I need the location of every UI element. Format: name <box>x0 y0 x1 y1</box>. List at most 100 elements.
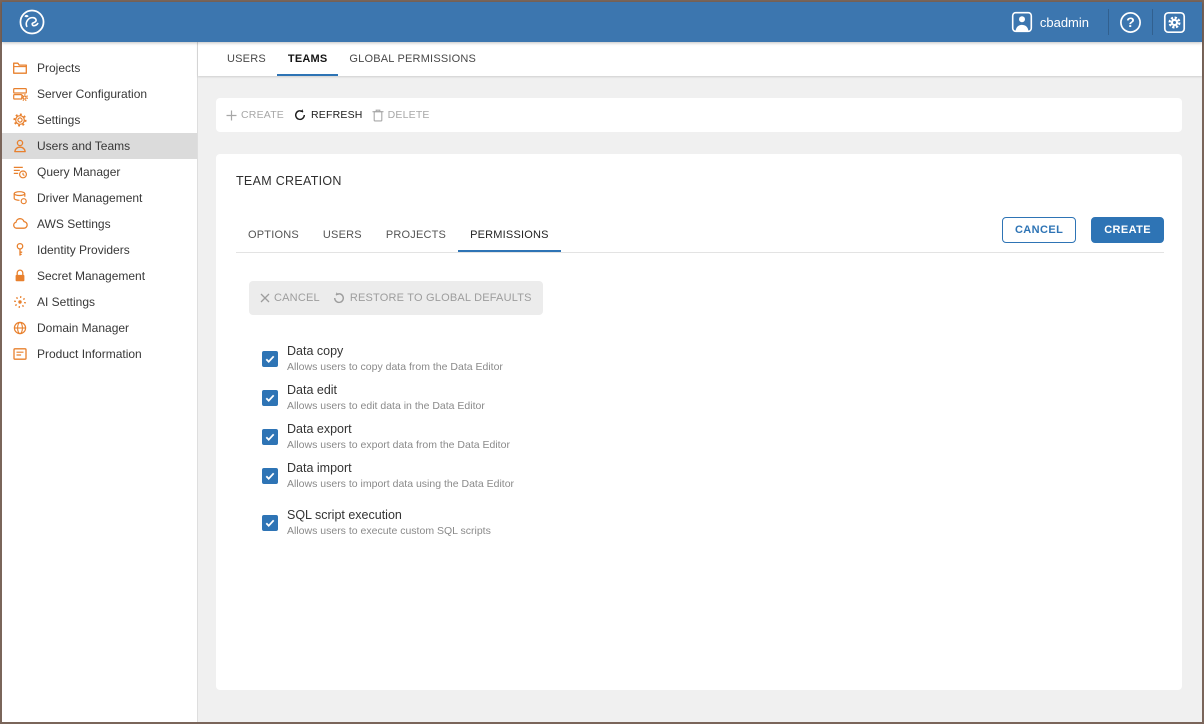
tab-label: GLOBAL PERMISSIONS <box>349 53 476 65</box>
sidebar-item-label: Identity Providers <box>37 243 130 257</box>
sidebar-item-settings[interactable]: Settings <box>2 107 197 133</box>
top-bar: cbadmin ? <box>2 2 1202 42</box>
divider <box>1108 9 1109 35</box>
gear-icon <box>1163 11 1186 34</box>
sidebar-item-label: Users and Teams <box>37 139 130 153</box>
permission-checkbox[interactable] <box>262 468 278 484</box>
database-icon <box>12 190 28 206</box>
help-icon: ? <box>1119 11 1142 34</box>
user-icon <box>12 138 28 154</box>
panel-title: TEAM CREATION <box>236 174 1164 188</box>
sidebar-item-label: Server Configuration <box>37 87 147 101</box>
permission-row-data-copy: Data copy Allows users to copy data from… <box>249 343 1164 374</box>
permission-checkbox[interactable] <box>262 515 278 531</box>
sidebar-item-label: Settings <box>37 113 80 127</box>
admin-sidebar: Projects Server Configuration Settings <box>2 42 198 722</box>
permission-row-data-import: Data import Allows users to import data … <box>249 460 1164 491</box>
app-logo[interactable] <box>18 8 46 36</box>
restore-defaults-button[interactable]: RESTORE TO GLOBAL DEFAULTS <box>332 291 532 305</box>
create-team-button[interactable]: CREATE <box>226 109 284 121</box>
sidebar-item-query-manager[interactable]: Query Manager <box>2 159 197 185</box>
tab-users[interactable]: USERS <box>311 217 374 252</box>
permission-label: Data import <box>287 460 514 476</box>
toolbar-button-label: REFRESH <box>311 109 363 121</box>
teams-toolbar: CREATE REFRESH DELETE <box>216 98 1182 132</box>
sidebar-item-secret-management[interactable]: Secret Management <box>2 263 197 289</box>
permissions-toolbar: CANCEL RESTORE TO GLOBAL DEFAULTS <box>249 281 543 315</box>
check-icon <box>264 470 276 482</box>
delete-team-button[interactable]: DELETE <box>372 109 430 122</box>
tab-global-permissions[interactable]: GLOBAL PERMISSIONS <box>338 42 487 76</box>
divider <box>1152 9 1153 35</box>
server-icon <box>12 86 28 102</box>
username: cbadmin <box>1040 15 1089 30</box>
tab-permissions[interactable]: PERMISSIONS <box>458 217 561 252</box>
permission-checkbox[interactable] <box>262 429 278 445</box>
cancel-changes-button[interactable]: CANCEL <box>260 292 320 304</box>
sidebar-item-driver-management[interactable]: Driver Management <box>2 185 197 211</box>
sidebar-item-projects[interactable]: Projects <box>2 55 197 81</box>
tab-label: TEAMS <box>288 53 328 65</box>
permission-checkbox[interactable] <box>262 390 278 406</box>
team-creation-tabs-row: OPTIONS USERS PROJECTS PERMISSIONS CANCE… <box>236 217 1164 253</box>
cancel-button[interactable]: CANCEL <box>1002 217 1076 243</box>
sidebar-item-users-and-teams[interactable]: Users and Teams <box>2 133 197 159</box>
tab-projects[interactable]: PROJECTS <box>374 217 458 252</box>
document-icon <box>12 346 28 362</box>
permission-label: Data export <box>287 421 510 437</box>
permission-description: Allows users to execute custom SQL scrip… <box>287 524 491 538</box>
tab-label: OPTIONS <box>248 229 299 241</box>
check-icon <box>264 392 276 404</box>
sidebar-item-identity-providers[interactable]: Identity Providers <box>2 237 197 263</box>
toolbar-button-label: DELETE <box>388 109 430 121</box>
permission-row-sql-script-execution: SQL script execution Allows users to exe… <box>249 507 1164 538</box>
trash-icon <box>372 109 384 122</box>
gear-icon <box>12 112 28 128</box>
sidebar-item-label: Projects <box>37 61 80 75</box>
tab-label: USERS <box>227 53 266 65</box>
sidebar-item-label: Domain Manager <box>37 321 129 335</box>
sidebar-item-ai-settings[interactable]: AI Settings <box>2 289 197 315</box>
help-button[interactable]: ? <box>1119 11 1142 34</box>
toolbar-button-label: CANCEL <box>274 292 320 304</box>
permissions-list: Data copy Allows users to copy data from… <box>249 343 1164 538</box>
query-history-icon <box>12 164 28 180</box>
restore-icon <box>332 291 346 305</box>
tab-label: PERMISSIONS <box>470 229 549 241</box>
tab-options[interactable]: OPTIONS <box>236 217 311 252</box>
sidebar-item-label: Query Manager <box>37 165 120 179</box>
check-icon <box>264 353 276 365</box>
permission-checkbox[interactable] <box>262 351 278 367</box>
cloudbeaver-logo-icon <box>18 8 46 36</box>
tab-users[interactable]: USERS <box>216 42 277 76</box>
create-button[interactable]: CREATE <box>1091 217 1164 243</box>
sidebar-item-label: AWS Settings <box>37 217 111 231</box>
folder-icon <box>12 60 28 76</box>
plus-icon <box>226 110 237 121</box>
globe-icon <box>12 320 28 336</box>
refresh-button[interactable]: REFRESH <box>293 108 363 122</box>
tab-label: PROJECTS <box>386 229 446 241</box>
sidebar-item-label: Driver Management <box>37 191 142 205</box>
permission-row-data-export: Data export Allows users to export data … <box>249 421 1164 452</box>
settings-button[interactable] <box>1163 11 1186 34</box>
sidebar-item-label: Secret Management <box>37 269 145 283</box>
ai-chip-icon <box>12 294 28 310</box>
sidebar-item-label: Product Information <box>37 347 142 361</box>
toolbar-button-label: RESTORE TO GLOBAL DEFAULTS <box>350 292 532 304</box>
sidebar-item-label: AI Settings <box>37 295 95 309</box>
svg-text:?: ? <box>1126 14 1135 30</box>
admin-tabs: USERS TEAMS GLOBAL PERMISSIONS <box>198 42 1202 76</box>
tab-teams[interactable]: TEAMS <box>277 42 339 76</box>
user-avatar[interactable] <box>1011 11 1033 33</box>
permission-label: Data edit <box>287 382 485 398</box>
sidebar-item-server-configuration[interactable]: Server Configuration <box>2 81 197 107</box>
team-creation-panel: TEAM CREATION OPTIONS USERS PROJECTS PER… <box>216 154 1182 690</box>
cloud-icon <box>12 216 28 232</box>
team-creation-tabs: OPTIONS USERS PROJECTS PERMISSIONS <box>236 217 561 252</box>
sidebar-item-domain-manager[interactable]: Domain Manager <box>2 315 197 341</box>
permission-description: Allows users to import data using the Da… <box>287 477 514 491</box>
admin-main-area: USERS TEAMS GLOBAL PERMISSIONS CREATE RE… <box>198 42 1202 722</box>
sidebar-item-product-information[interactable]: Product Information <box>2 341 197 367</box>
sidebar-item-aws-settings[interactable]: AWS Settings <box>2 211 197 237</box>
